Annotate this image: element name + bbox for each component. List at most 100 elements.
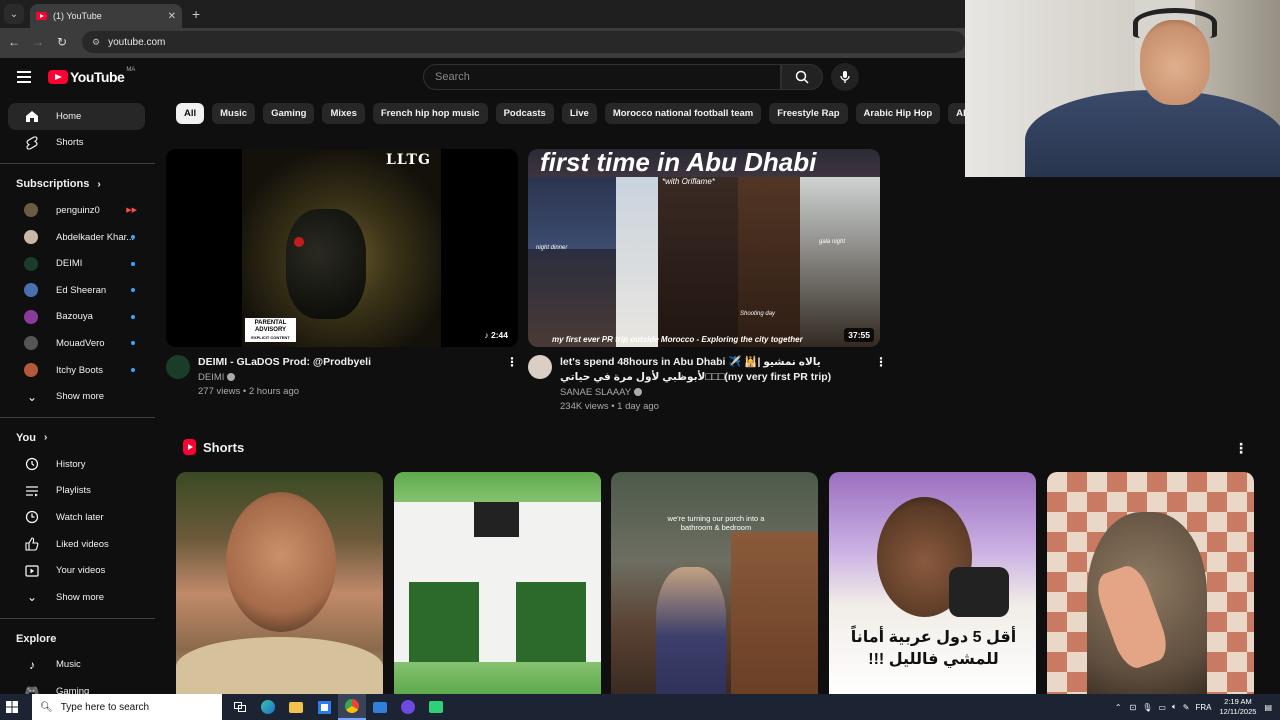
sidebar-item-history[interactable]: History (8, 451, 145, 478)
you-show-more[interactable]: ⌄ Show more (8, 584, 145, 611)
windows-start-icon[interactable] (0, 694, 24, 720)
channel-avatar (24, 336, 38, 351)
sidebar-item-shorts[interactable]: Shorts (8, 130, 145, 157)
video-title[interactable]: let's spend 48hours in Abu Dhabi ✈️ 🕌| ي… (560, 355, 860, 385)
close-tab-icon[interactable]: ✕ (168, 11, 176, 22)
sidebar-item-watch-later[interactable]: Watch later (8, 504, 145, 531)
taskbar-search-input[interactable]: 🔍︎ Type here to search (32, 694, 222, 720)
sidebar-item-subscription[interactable]: Abdelkader Khar... (8, 224, 145, 251)
gaming-icon: 🎮 (24, 684, 40, 694)
short-card[interactable]: أقل 5 دول عربية أماناً للمشي فالليل !!! (829, 472, 1036, 694)
sidebar-divider (0, 163, 155, 165)
url-field[interactable]: ⚙ youtube.com (82, 31, 965, 53)
mail-icon[interactable] (366, 694, 394, 720)
app-icon[interactable] (394, 694, 422, 720)
sidebar-item-subscription[interactable]: Ed Sheeran (8, 277, 145, 304)
thumbnail-label: gala night (819, 239, 846, 245)
video-card[interactable]: LLTG PARENTAL ADVISORY EXPLICIT CONTENT … (166, 149, 518, 397)
short-card[interactable] (1047, 472, 1254, 694)
watch-later-icon (24, 509, 40, 525)
site-info-icon[interactable]: ⚙ (92, 37, 100, 48)
chip-arabic-hip-hop[interactable]: Arabic Hip Hop (855, 103, 941, 124)
sidebar-item-subscription[interactable]: MouadVero (8, 330, 145, 357)
video-title[interactable]: DEIMI - GLaDOS Prod: @Prodbyeli (198, 355, 498, 370)
browser-tab[interactable]: (1) YouTube ✕ (30, 4, 182, 28)
video-thumbnail[interactable]: first time in Abu Dhabi *with Oriflame* … (528, 149, 880, 347)
youtube-header: YouTube MA Search (0, 58, 965, 98)
sidebar-item-your-videos[interactable]: Your videos (8, 557, 145, 584)
short-card[interactable] (176, 472, 383, 694)
video-thumbnail[interactable]: LLTG PARENTAL ADVISORY EXPLICIT CONTENT … (166, 149, 518, 347)
new-tab-button[interactable]: + (192, 6, 200, 22)
sidebar-item-gaming[interactable]: 🎮 Gaming (8, 678, 145, 694)
chip-freestyle-rap[interactable]: Freestyle Rap (769, 103, 848, 124)
chip-music[interactable]: Music (212, 103, 256, 124)
channel-avatar[interactable] (528, 355, 552, 379)
more-options-icon[interactable]: ⋮ (875, 355, 887, 369)
sidebar-item-liked-videos[interactable]: Liked videos (8, 531, 145, 558)
sidebar-item-label: Playlists (56, 485, 91, 497)
notifications-icon[interactable]: ▤ (1264, 703, 1272, 712)
chip-albums[interactable]: Albums (948, 103, 965, 124)
android-app-icon[interactable] (422, 694, 450, 720)
thumbnail-caption: my first ever PR trip outside Morocco - … (552, 335, 803, 344)
network-icon[interactable]: ▭ (1158, 703, 1166, 712)
chip-live[interactable]: Live (561, 103, 597, 124)
back-button[interactable]: ← (2, 35, 26, 49)
sidebar-item-label: Your videos (56, 565, 106, 577)
channel-avatar[interactable] (166, 355, 190, 379)
show-more-label: Show more (56, 391, 105, 403)
edge-icon[interactable] (254, 694, 282, 720)
new-content-dot (131, 314, 135, 319)
shorts-title: Shorts (203, 439, 245, 455)
chip-all[interactable]: All (176, 103, 205, 124)
youtube-logo[interactable]: YouTube MA (48, 67, 135, 85)
chip-podcasts[interactable]: Podcasts (495, 103, 554, 124)
sidebar-item-music[interactable]: ♪ Music (8, 652, 145, 679)
sidebar-item-subscription[interactable]: penguinz0 ▶▶ (8, 197, 145, 224)
more-options-icon[interactable]: ⋮ (506, 355, 518, 369)
short-card[interactable] (394, 472, 601, 694)
menu-icon[interactable] (17, 71, 31, 83)
show-hidden-icons-icon[interactable]: ⌃ (1115, 703, 1122, 712)
subscriptions-heading[interactable]: Subscriptions › (0, 171, 155, 197)
your-videos-icon (24, 563, 40, 579)
volume-icon[interactable]: 🔈︎ (1172, 702, 1177, 712)
sidebar-item-subscription[interactable]: Itchy Boots (8, 357, 145, 384)
video-stats: 277 views • 2 hours ago (198, 386, 300, 397)
chevron-right-icon: › (43, 432, 48, 444)
logo-text: YouTube (70, 69, 125, 85)
video-channel[interactable]: DEIMI (198, 372, 518, 383)
reload-button[interactable]: ↻ (50, 35, 74, 49)
chrome-icon[interactable] (338, 694, 366, 720)
shorts-more-options-icon[interactable]: ⋮ (1234, 440, 1248, 457)
pen-icon[interactable]: ✎ (1183, 703, 1190, 712)
tab-search-button[interactable]: ⌄ (4, 4, 24, 24)
video-card[interactable]: first time in Abu Dhabi *with Oriflame* … (528, 149, 887, 412)
search-button[interactable] (781, 64, 823, 90)
sidebar-item-home[interactable]: Home (8, 103, 145, 130)
task-view-icon[interactable] (226, 694, 254, 720)
store-icon[interactable] (310, 694, 338, 720)
search-input[interactable]: Search (423, 64, 781, 90)
subscriptions-show-more[interactable]: ⌄ Show more (8, 383, 145, 410)
thumbnail-subtitle: *with Oriflame* (662, 177, 715, 186)
you-heading[interactable]: You › (0, 425, 155, 451)
video-channel[interactable]: SANAE SLAAAY (560, 387, 880, 398)
chip-french-hip-hop[interactable]: French hip hop music (372, 103, 488, 124)
forward-button[interactable]: → (26, 35, 50, 49)
sidebar-item-subscription[interactable]: DEIMI (8, 250, 145, 277)
sidebar-item-playlists[interactable]: Playlists (8, 478, 145, 505)
microphone-icon[interactable]: 🎙︎ (1142, 703, 1152, 712)
short-card[interactable]: we're turning our porch into a bathroom … (611, 472, 818, 694)
file-explorer-icon[interactable] (282, 694, 310, 720)
chip-gaming[interactable]: Gaming (263, 103, 315, 124)
language-indicator[interactable]: FRA (1195, 703, 1211, 712)
chip-morocco-football[interactable]: Morocco national football team (604, 103, 762, 124)
thumbnail-title: first time in Abu Dhabi (540, 149, 817, 177)
taskbar-clock[interactable]: 2:19 AM 12/11/2025 (1219, 697, 1256, 717)
sidebar-item-subscription[interactable]: Bazouya (8, 304, 145, 331)
chip-mixes[interactable]: Mixes (322, 103, 365, 124)
voice-search-button[interactable] (831, 63, 859, 91)
device-icon[interactable]: ⊡ (1130, 703, 1137, 712)
